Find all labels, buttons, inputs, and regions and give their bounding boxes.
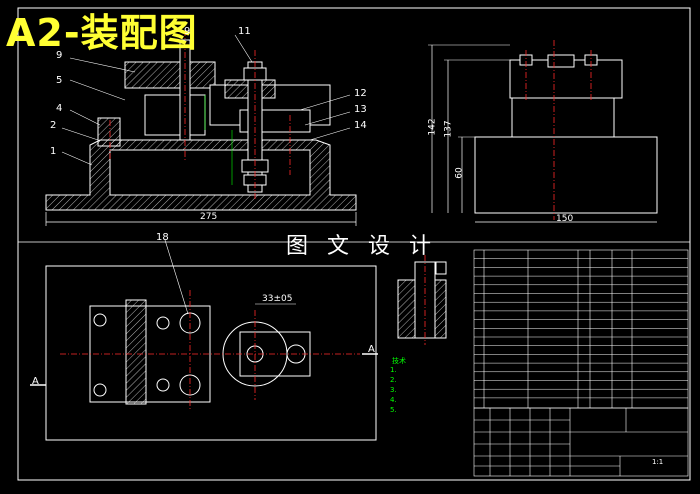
callout-12: 12 [354, 88, 367, 99]
drawing-sheet: A2-装配图 图 文 设 计 9 5 4 2 1 9 11 12 13 14 1… [0, 0, 700, 490]
callout-13: 13 [354, 104, 367, 115]
section-mark-left: A [32, 376, 39, 387]
callout-9: 9 [184, 26, 191, 37]
note-line-4: 4. [390, 396, 397, 404]
callout-11: 11 [238, 26, 251, 37]
front-view [45, 30, 357, 226]
dim-plan: 33±05 [262, 294, 293, 304]
section-mark-right: A [368, 344, 375, 355]
detail-view [397, 255, 447, 345]
callout-14: 14 [354, 120, 367, 131]
dim-side-h1: 142 [427, 118, 438, 136]
support-block-mid [144, 94, 206, 136]
note-line-5: 5. [390, 406, 397, 414]
callout-1: 1 [50, 146, 57, 157]
callout-2: 2 [50, 120, 57, 131]
parts-list [473, 249, 689, 409]
callout-4: 5 [56, 75, 63, 86]
note-line-2: 2. [390, 376, 397, 384]
top-clamp [124, 61, 216, 89]
callout-5: 9 [56, 50, 63, 61]
callout-3: 4 [56, 103, 63, 114]
notes-heading: 技术 [392, 357, 406, 365]
note-line-3: 3. [390, 386, 397, 394]
side-block [511, 94, 615, 138]
dim-side-width: 150 [556, 214, 574, 224]
side-view [428, 40, 658, 223]
support-block-left [97, 117, 121, 147]
watermark-text: 图 文 设 计 [286, 234, 437, 259]
base-cavity [109, 149, 311, 196]
drawing-title: A2-装配图 [6, 11, 198, 55]
plan-view [30, 239, 378, 441]
dim-side-h3: 60 [454, 167, 465, 179]
note-line-1: 1. [390, 366, 397, 374]
plan-slot [125, 299, 147, 405]
callout-18: 18 [156, 232, 169, 243]
side-base [474, 136, 658, 214]
dim-side-h2: 137 [443, 120, 454, 138]
title-block-scale: 1:1 [652, 458, 664, 466]
dim-front-width: 275 [200, 212, 218, 222]
